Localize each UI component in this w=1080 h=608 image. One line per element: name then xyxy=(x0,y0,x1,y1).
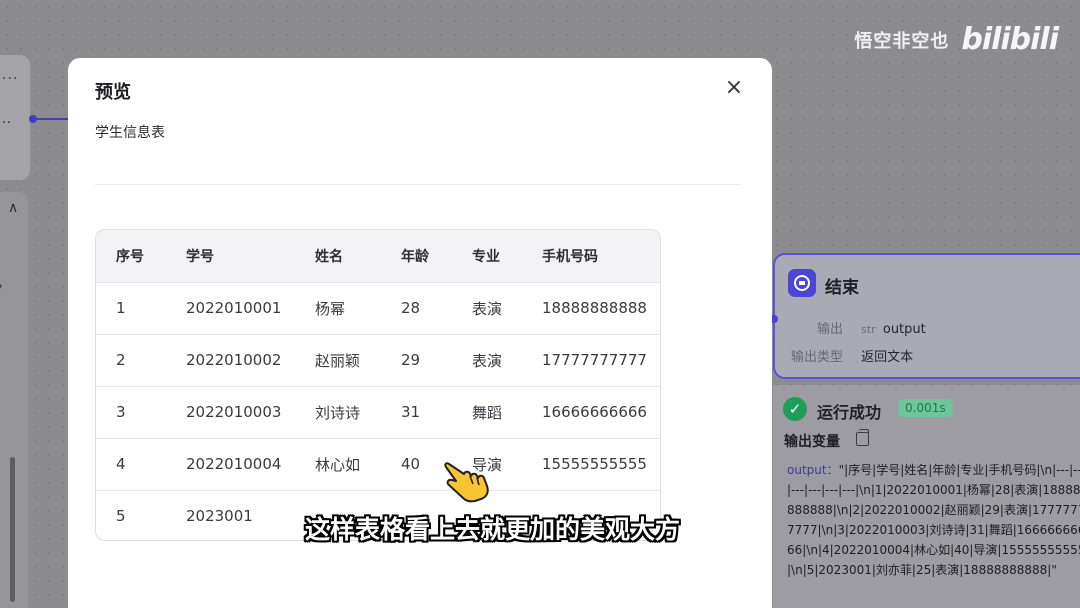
table-cell: 2022010001 xyxy=(186,281,315,334)
table-cell: 16666666666 xyxy=(542,385,660,438)
table-row: 2 2022010002 赵丽颖 29 表演 17777777777 xyxy=(96,333,660,386)
close-icon[interactable]: × xyxy=(722,76,746,100)
output-label: 输出 xyxy=(816,322,843,337)
copy-icon[interactable] xyxy=(856,429,869,446)
hand-pointer-icon xyxy=(444,462,489,503)
table-cell: 2022010002 xyxy=(186,333,315,386)
header-cell: 序号 xyxy=(96,230,186,282)
output-value-text: "|序号|学号|姓名|年龄|专业|手机号码|\n|---|---|---|---… xyxy=(787,463,1080,577)
table-row: 4 2022010004 林心如 40 导演 15555555555 xyxy=(96,437,660,490)
video-caption: 这样表格看上去就更加的美观大方 xyxy=(305,515,681,544)
header-cell: 手机号码 xyxy=(542,230,660,282)
handle-icon: ·· xyxy=(2,115,11,131)
chevron-up-icon[interactable]: ∧ xyxy=(8,200,18,216)
table-cell: 4 xyxy=(96,437,186,490)
table-cell: 1 xyxy=(96,281,186,334)
table-cell: 2022010003 xyxy=(186,385,315,438)
table-header-row: 序号 学号 姓名 年龄 专业 手机号码 xyxy=(96,230,660,282)
output-text: output："|序号|学号|姓名|年龄|专业|手机号码|\n|---|---|… xyxy=(787,460,1080,580)
table-cell: 表演 xyxy=(472,333,542,386)
success-check-icon: ✓ xyxy=(783,397,807,421)
header-cell: 学号 xyxy=(186,230,315,282)
output-type-label: 输出类型 xyxy=(790,350,843,365)
student-table: 序号 学号 姓名 年龄 专业 手机号码 1 2022010001 杨幂 28 表… xyxy=(95,229,661,541)
table-cell: 舞蹈 xyxy=(472,385,542,438)
table-cell: 林心如 xyxy=(315,437,401,490)
connector-line xyxy=(36,118,70,120)
run-status: 运行成功 xyxy=(817,403,882,422)
table-cell: 2023001 xyxy=(186,489,315,540)
output-type-tag: str xyxy=(861,323,876,336)
run-result-panel: ✓ 运行成功 0.001s 输出变量 output："|序号|学号|姓名|年龄|… xyxy=(773,385,1080,608)
end-node-title: 结束 xyxy=(825,278,859,298)
output-type-value: 返回文本 xyxy=(861,350,914,365)
table-cell: 表演 xyxy=(472,281,542,334)
table-cell: 15555555555 xyxy=(542,437,660,490)
channel-name: 悟空非空也 xyxy=(854,30,950,52)
table-cell: 2 xyxy=(96,333,186,386)
end-node-icon xyxy=(788,269,816,297)
table-cell: 18888888888 xyxy=(542,281,660,334)
table-title: 学生信息表 xyxy=(95,125,165,141)
table-cell: 28 xyxy=(401,281,472,334)
divider xyxy=(95,184,741,185)
more-icon[interactable]: ··· xyxy=(2,71,18,87)
table-cell: 杨幂 xyxy=(315,281,401,334)
table-row: 3 2022010003 刘诗诗 31 舞蹈 16666666666 xyxy=(96,385,660,438)
modal-title: 预览 xyxy=(95,82,131,103)
output-type-row: 输出类型 返回文本 xyxy=(783,346,913,365)
table-cell: 5 xyxy=(96,489,186,540)
table-cell: 3 xyxy=(96,385,186,438)
help-icon: ? xyxy=(0,282,2,296)
workflow-node-left[interactable]: ··· ·· xyxy=(0,55,30,180)
table-cell: 17777777777 xyxy=(542,333,660,386)
header-cell: 专业 xyxy=(472,230,542,282)
table-cell: 刘诗诗 xyxy=(315,385,401,438)
output-value: output xyxy=(882,322,926,337)
end-node[interactable]: 结束 输出 str output 输出类型 返回文本 xyxy=(770,253,1080,379)
table-cell: 赵丽颖 xyxy=(315,333,401,386)
output-key: output： xyxy=(787,463,839,477)
workflow-panel-left: ∧ ? xyxy=(0,192,28,608)
watermark: 悟空非空也 bilibili xyxy=(854,22,1059,57)
output-variable-label: 输出变量 xyxy=(784,434,840,450)
table-cell: 2022010004 xyxy=(186,437,315,490)
table-cell: 29 xyxy=(401,333,472,386)
scrollbar[interactable] xyxy=(10,457,15,602)
header-cell: 年龄 xyxy=(401,230,472,282)
header-cell: 姓名 xyxy=(315,230,401,282)
bilibili-logo: bilibili xyxy=(961,22,1059,57)
run-time-badge: 0.001s xyxy=(898,399,953,417)
output-row: 输出 str output xyxy=(783,318,926,337)
table-row: 1 2022010001 杨幂 28 表演 18888888888 xyxy=(96,281,660,334)
table-cell: 31 xyxy=(401,385,472,438)
